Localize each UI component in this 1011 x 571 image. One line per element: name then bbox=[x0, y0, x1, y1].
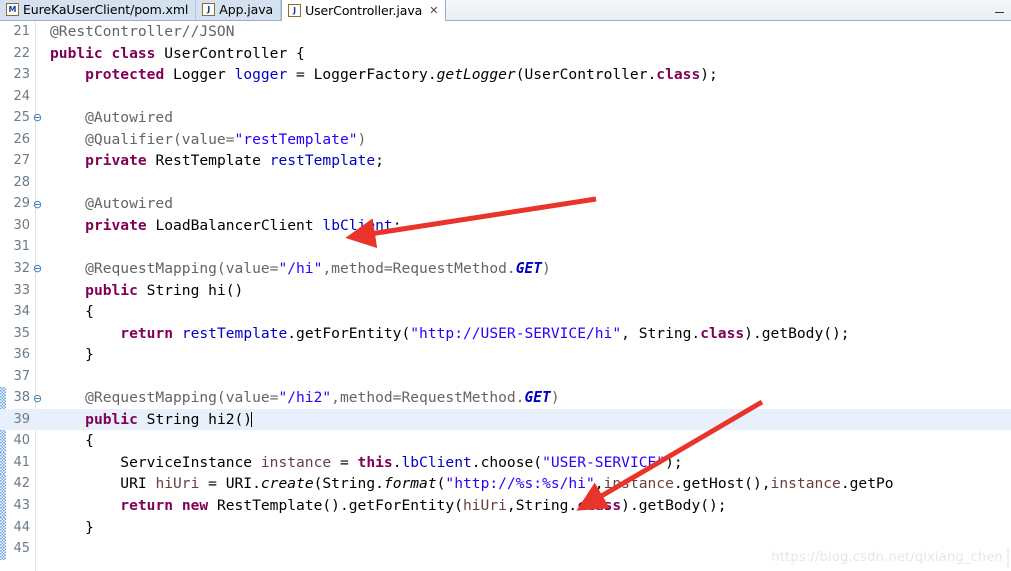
code-line[interactable]: 22 public class UserController { bbox=[0, 43, 1011, 65]
code-line[interactable]: 28 bbox=[0, 172, 1011, 194]
code-line[interactable]: 31 bbox=[0, 236, 1011, 258]
tab-app-java[interactable]: J App.java bbox=[196, 0, 282, 20]
code-line[interactable]: 42 URI hiUri = URI.create(String.format(… bbox=[0, 473, 1011, 495]
code-text[interactable]: @Autowired bbox=[44, 193, 1011, 215]
code-text[interactable]: public String hi2() bbox=[44, 409, 1011, 431]
code-line[interactable]: 26 @Qualifier(value="restTemplate") bbox=[0, 129, 1011, 151]
code-text[interactable]: } bbox=[44, 517, 1011, 539]
line-number: 23 bbox=[13, 67, 30, 83]
code-line[interactable]: 36 } bbox=[0, 344, 1011, 366]
watermark-text: https://blog.csdn.net/qixiang_chen bbox=[771, 550, 1003, 565]
code-editor[interactable]: 21 @RestController//JSON 22 public class Us… bbox=[0, 21, 1011, 571]
line-number: 36 bbox=[13, 347, 30, 363]
code-text[interactable]: return restTemplate.getForEntity("http:/… bbox=[44, 323, 1011, 345]
line-number: 30 bbox=[13, 217, 30, 233]
tab-label: App.java bbox=[219, 2, 274, 17]
code-line[interactable]: 40 { bbox=[0, 430, 1011, 452]
code-line[interactable]: 43 return new RestTemplate().getForEntit… bbox=[0, 495, 1011, 517]
code-line[interactable]: 33 public String hi() bbox=[0, 280, 1011, 302]
code-line[interactable]: 41 ServiceInstance instance = this.lbCli… bbox=[0, 452, 1011, 474]
code-line[interactable]: 24 bbox=[0, 86, 1011, 108]
code-lines[interactable]: 21 @RestController//JSON 22 public class Us… bbox=[0, 21, 1011, 560]
code-text[interactable]: @Autowired bbox=[44, 107, 1011, 129]
editor-tab-bar: M EureKaUserClient/pom.xml J App.java J … bbox=[0, 0, 1011, 21]
code-text[interactable]: ServiceInstance instance = this.lbClient… bbox=[44, 452, 1011, 474]
line-number: 41 bbox=[13, 454, 30, 470]
code-line[interactable]: 32 ⊖ @RequestMapping(value="/hi",method=R… bbox=[0, 258, 1011, 280]
line-number: 31 bbox=[13, 239, 30, 255]
code-text[interactable]: return new RestTemplate().getForEntity(h… bbox=[44, 495, 1011, 517]
line-number: 32 bbox=[13, 261, 30, 277]
code-text[interactable]: @RestController//JSON bbox=[44, 21, 1011, 43]
tab-pom-xml[interactable]: M EureKaUserClient/pom.xml bbox=[0, 0, 197, 20]
fold-collapse-icon[interactable]: ⊖ bbox=[31, 393, 44, 404]
line-number: 43 bbox=[13, 498, 30, 514]
code-line[interactable]: 37 bbox=[0, 366, 1011, 388]
line-number: 44 bbox=[13, 519, 30, 535]
line-number: 27 bbox=[13, 153, 30, 169]
code-text[interactable]: public class UserController { bbox=[44, 43, 1011, 65]
minimize-button[interactable] bbox=[993, 2, 1005, 14]
fold-collapse-icon[interactable]: ⊖ bbox=[31, 263, 44, 274]
code-line[interactable]: 44 } bbox=[0, 517, 1011, 539]
code-line[interactable]: 21 @RestController//JSON bbox=[0, 21, 1011, 43]
line-number: 21 bbox=[13, 24, 30, 39]
line-number: 29 bbox=[13, 196, 30, 212]
line-number: 42 bbox=[13, 476, 30, 492]
fold-collapse-icon[interactable]: ⊖ bbox=[31, 112, 44, 123]
line-number: 37 bbox=[13, 368, 30, 384]
line-number: 34 bbox=[13, 304, 30, 320]
java-file-icon: J bbox=[202, 3, 216, 16]
code-text[interactable]: protected Logger logger = LoggerFactory.… bbox=[44, 64, 1011, 86]
code-line[interactable]: 29 ⊖ @Autowired bbox=[0, 193, 1011, 215]
line-number: 24 bbox=[13, 88, 30, 104]
line-number: 22 bbox=[13, 45, 30, 61]
code-text[interactable]: @RequestMapping(value="/hi",method=Reque… bbox=[44, 258, 1011, 280]
text-cursor bbox=[251, 411, 253, 427]
line-number: 35 bbox=[13, 325, 30, 341]
line-number: 39 bbox=[13, 411, 30, 427]
code-line[interactable]: 27 private RestTemplate restTemplate; bbox=[0, 150, 1011, 172]
line-number: 38 bbox=[13, 390, 30, 406]
fold-collapse-icon[interactable]: ⊖ bbox=[31, 199, 44, 210]
line-number: 25 bbox=[13, 110, 30, 126]
line-number: 33 bbox=[13, 282, 30, 298]
code-line[interactable]: 34 { bbox=[0, 301, 1011, 323]
code-line[interactable]: 25 ⊖ @Autowired bbox=[0, 107, 1011, 129]
code-text[interactable]: public String hi() bbox=[44, 280, 1011, 302]
code-text[interactable]: { bbox=[44, 430, 1011, 452]
code-line[interactable]: 38 ⊖ @RequestMapping(value="/hi2",method=… bbox=[0, 387, 1011, 409]
code-line[interactable]: 39 public String hi2() bbox=[0, 408, 1011, 431]
java-file-icon: J bbox=[288, 4, 302, 17]
code-text[interactable]: } bbox=[44, 344, 1011, 366]
line-number: 45 bbox=[13, 541, 30, 557]
code-text[interactable]: { bbox=[44, 301, 1011, 323]
code-line[interactable]: 35 return restTemplate.getForEntity("htt… bbox=[0, 323, 1011, 345]
code-text[interactable]: @RequestMapping(value="/hi2",method=Requ… bbox=[44, 387, 1011, 409]
watermark-bar bbox=[1007, 547, 1009, 569]
line-number: 40 bbox=[13, 433, 30, 449]
tab-label: UserController.java bbox=[305, 3, 423, 18]
xml-file-icon: M bbox=[6, 3, 19, 16]
code-text[interactable]: private RestTemplate restTemplate; bbox=[44, 150, 1011, 172]
line-number: 28 bbox=[13, 174, 30, 190]
line-number: 26 bbox=[13, 131, 30, 147]
close-icon[interactable]: ✕ bbox=[429, 5, 438, 16]
code-text[interactable]: private LoadBalancerClient lbClient; bbox=[44, 215, 1011, 237]
code-line[interactable]: 23 protected Logger logger = LoggerFacto… bbox=[0, 64, 1011, 86]
code-text[interactable]: URI hiUri = URI.create(String.format("ht… bbox=[44, 473, 1011, 495]
code-line[interactable]: 30 private LoadBalancerClient lbClient; bbox=[0, 215, 1011, 237]
code-text[interactable]: @Qualifier(value="restTemplate") bbox=[44, 129, 1011, 151]
tab-label: EureKaUserClient/pom.xml bbox=[23, 2, 189, 17]
tab-usercontroller-java[interactable]: J UserController.java ✕ bbox=[281, 0, 447, 21]
